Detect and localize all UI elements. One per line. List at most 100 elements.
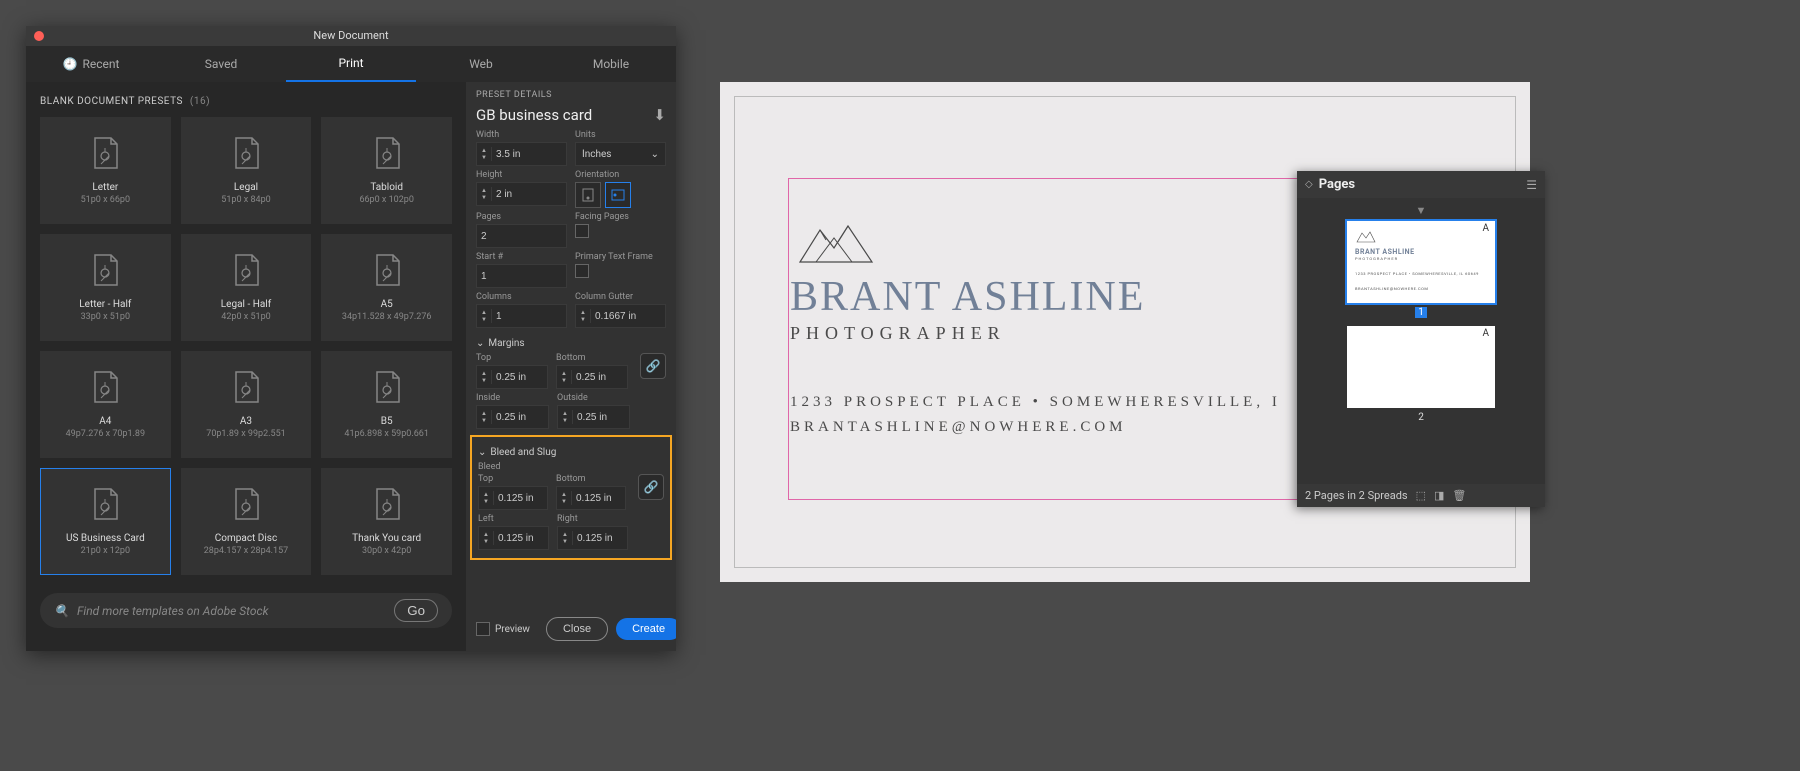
preset-dimensions: 34p11.528 x 49p7.276	[342, 312, 432, 322]
new-page-icon[interactable]: ◨	[1434, 489, 1444, 502]
page-number-2[interactable]: 2	[1307, 412, 1535, 423]
pages-panel-title: Pages	[1319, 177, 1355, 192]
preset-name: B5	[381, 416, 393, 427]
preset-dimensions: 30p0 x 42p0	[362, 546, 411, 556]
preset-name: Thank You card	[352, 533, 421, 544]
width-field[interactable]: ▲▼	[476, 142, 567, 166]
orientation-portrait-button[interactable]	[575, 182, 601, 208]
close-button[interactable]: Close	[546, 617, 608, 641]
margin-outside-field[interactable]: ▲▼	[557, 405, 630, 429]
preset-name: Tabloid	[370, 182, 403, 193]
bleed-top-field[interactable]: ▲▼	[478, 486, 548, 510]
preset-dimensions: 28p4.157 x 28p4.157	[204, 546, 288, 556]
preset-tile[interactable]: A449p7.276 x 70p1.89	[40, 351, 171, 458]
panel-menu-icon[interactable]: ☰	[1526, 178, 1537, 192]
titlebar: New Document	[26, 26, 676, 46]
tab-print[interactable]: Print	[286, 46, 416, 82]
document-name-field[interactable]: GB business card	[476, 106, 592, 124]
link-bleed-button[interactable]: 🔗	[638, 474, 664, 500]
preset-dimensions: 42p0 x 51p0	[221, 312, 270, 322]
stock-search[interactable]: 🔍 Find more templates on Adobe Stock Go	[40, 593, 452, 628]
preset-dimensions: 66p0 x 102p0	[359, 195, 413, 205]
pages-footer-status: 2 Pages in 2 Spreads	[1305, 489, 1408, 502]
bleed-right-field[interactable]: ▲▼	[557, 526, 628, 550]
preset-tile[interactable]: Legal51p0 x 84p0	[181, 117, 312, 224]
chevron-down-icon: ⌄	[651, 149, 659, 160]
preset-tile[interactable]: B5 41p6.898 x 59p0.661	[321, 351, 452, 458]
preset-tile[interactable]: Thank You card 30p0 x 42p0	[321, 468, 452, 575]
card-email: BRANTASHLINE@NOWHERE.COM	[790, 419, 1310, 436]
primary-text-frame-checkbox[interactable]	[575, 264, 589, 278]
preset-details-heading: PRESET DETAILS	[476, 90, 666, 100]
height-field[interactable]: ▲▼	[476, 182, 567, 206]
preset-dimensions: 33p0 x 51p0	[81, 312, 130, 322]
preset-tile[interactable]: Compact Disc 28p4.157 x 28p4.157	[181, 468, 312, 575]
tab-recent[interactable]: 🕘Recent	[26, 46, 156, 82]
card-role: PHOTOGRAPHER	[790, 323, 1310, 344]
margin-inside-field[interactable]: ▲▼	[476, 405, 549, 429]
preset-tile[interactable]: A5 34p11.528 x 49p7.276	[321, 234, 452, 341]
preset-name: Legal - Half	[221, 299, 271, 310]
bleed-slug-highlight: Bleed and Slug Bleed Top ▲▼ Bottom ▲▼ 🔗	[470, 435, 672, 560]
preset-name: A3	[240, 416, 252, 427]
preset-tile[interactable]: US Business Card 21p0 x 12p0	[40, 468, 171, 575]
close-window-button[interactable]	[34, 31, 44, 41]
bleed-left-field[interactable]: ▲▼	[478, 526, 549, 550]
margin-top-field[interactable]: ▲▼	[476, 365, 548, 389]
landscape-icon	[611, 189, 625, 201]
bleed-slug-section[interactable]: Bleed and Slug	[478, 447, 664, 458]
create-button[interactable]: Create	[616, 618, 676, 640]
category-tabs: 🕘Recent Saved Print Web Mobile	[26, 46, 676, 82]
mountain-logo-icon	[790, 212, 878, 264]
preset-dimensions: 70p1.89 x 99p2.551	[206, 429, 285, 439]
presets-heading: BLANK DOCUMENT PRESETS (16)	[40, 96, 452, 107]
presets-pane: BLANK DOCUMENT PRESETS (16) Letter51p0 x…	[26, 82, 466, 651]
tab-web[interactable]: Web	[416, 46, 546, 82]
card-address: 1233 PROSPECT PLACE • SOMEWHERESVILLE, I	[790, 394, 1310, 411]
pages-panel: ◇ Pages ☰ ▼ A BRANT ASHLINE PHOTOGRAPHER…	[1297, 171, 1545, 507]
tab-saved[interactable]: Saved	[156, 46, 286, 82]
page-thumbnail-1[interactable]: A BRANT ASHLINE PHOTOGRAPHER 1233 PROSPE…	[1347, 221, 1495, 303]
page-number-1[interactable]: 1	[1415, 307, 1427, 318]
page-thumbnail-2[interactable]: A	[1347, 326, 1495, 408]
preset-dimensions: 51p0 x 84p0	[221, 195, 270, 205]
save-preset-icon[interactable]: ⬇	[653, 106, 666, 124]
margin-bottom-field[interactable]: ▲▼	[556, 365, 628, 389]
start-page-field[interactable]	[476, 264, 567, 288]
dialog-title: New Document	[313, 29, 388, 42]
preset-dimensions: 51p0 x 66p0	[81, 195, 130, 205]
preset-tile[interactable]: Tabloid 66p0 x 102p0	[321, 117, 452, 224]
link-margins-button[interactable]: 🔗	[640, 353, 666, 379]
gutter-field[interactable]: ▲▼	[575, 304, 666, 328]
preset-name: US Business Card	[66, 533, 145, 544]
preset-tile[interactable]: Legal - Half 42p0 x 51p0	[181, 234, 312, 341]
thumb-logo-icon	[1355, 229, 1377, 243]
preset-tile[interactable]: A3 70p1.89 x 99p2.551	[181, 351, 312, 458]
tab-mobile[interactable]: Mobile	[546, 46, 676, 82]
preset-name: Compact Disc	[215, 533, 277, 544]
search-placeholder: Find more templates on Adobe Stock	[77, 604, 269, 618]
pages-field[interactable]	[476, 224, 567, 248]
orientation-landscape-button[interactable]	[605, 182, 631, 208]
clock-icon: 🕘	[63, 57, 78, 71]
edit-page-size-icon[interactable]: ⬚	[1416, 489, 1426, 502]
card-name: BRANT ASHLINE	[790, 273, 1310, 321]
preset-tile[interactable]: Letter - Half 33p0 x 51p0	[40, 234, 171, 341]
preset-name: Letter - Half	[79, 299, 131, 310]
units-select[interactable]: Inches⌄	[575, 142, 666, 166]
preview-checkbox[interactable]: Preview	[476, 622, 530, 636]
preset-dimensions: 21p0 x 12p0	[81, 546, 130, 556]
facing-pages-checkbox[interactable]	[575, 224, 589, 238]
search-icon: 🔍	[54, 604, 69, 618]
columns-field[interactable]: ▲▼	[476, 304, 567, 328]
preset-name: A4	[99, 416, 111, 427]
bleed-bottom-field[interactable]: ▲▼	[556, 486, 626, 510]
preset-name: A5	[381, 299, 393, 310]
preset-tile[interactable]: Letter51p0 x 66p0	[40, 117, 171, 224]
trash-icon[interactable]: 🗑	[1452, 489, 1466, 502]
expand-icon[interactable]: ◇	[1305, 179, 1313, 190]
preset-dimensions: 41p6.898 x 59p0.661	[344, 429, 428, 439]
go-button[interactable]: Go	[394, 599, 438, 622]
margins-section[interactable]: Margins	[476, 338, 666, 349]
card-artwork: BRANT ASHLINE PHOTOGRAPHER 1233 PROSPECT…	[790, 212, 1310, 436]
